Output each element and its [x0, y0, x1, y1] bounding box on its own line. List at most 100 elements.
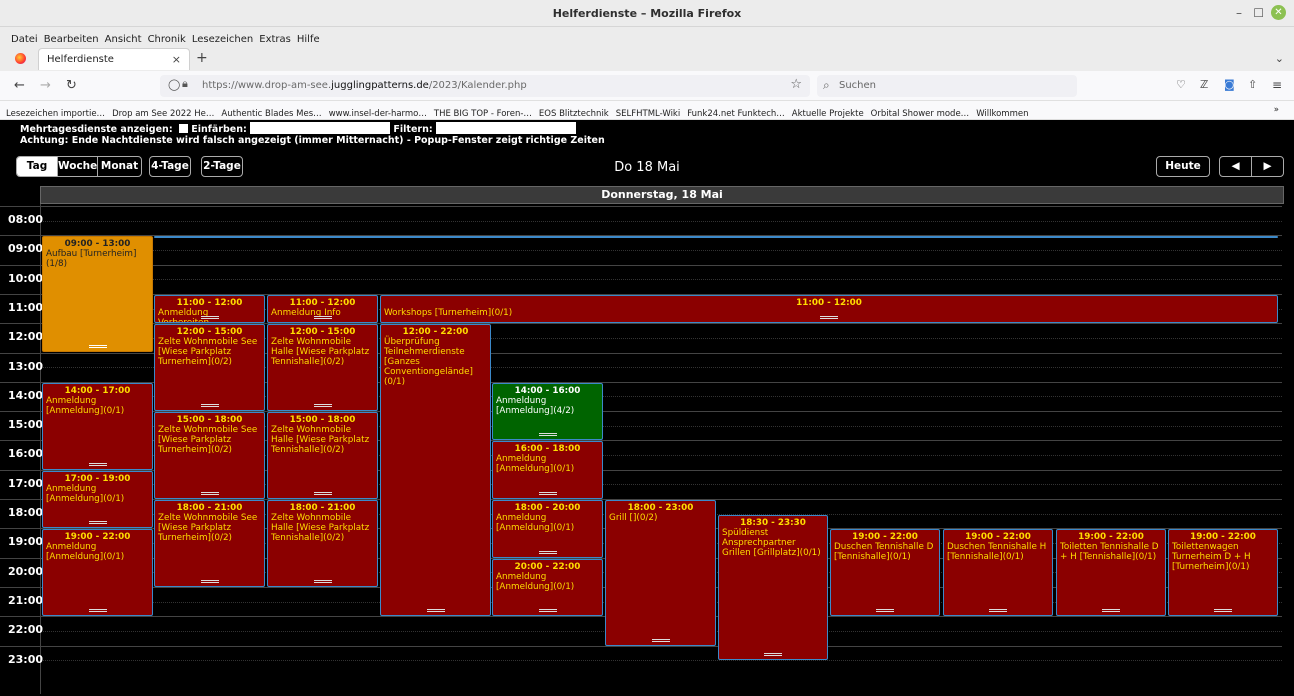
bookmark-star-icon[interactable]: ☆ — [790, 77, 802, 92]
bookmark-item[interactable]: THE BIG TOP - Foren-… — [434, 105, 532, 119]
reload-button[interactable]: ↻ — [66, 78, 77, 93]
resize-handle[interactable] — [1102, 609, 1120, 613]
bookmark-item[interactable]: Lesezeichen importie… — [6, 105, 105, 119]
event-time: 18:00 - 23:00 — [627, 503, 694, 513]
resize-handle[interactable] — [820, 316, 838, 320]
event-block[interactable]: 19:00 - 22:00 Duschen Tennishalle H [Tenn… — [943, 529, 1053, 617]
resize-handle[interactable] — [200, 491, 219, 495]
event-time: 15:00 - 18:00 — [176, 415, 243, 426]
new-tab-button[interactable]: + — [196, 50, 208, 66]
event-block[interactable]: 15:00 - 18:00 Zelte Wohnmobile See [Wiese… — [154, 412, 265, 499]
event-block[interactable]: 18:00 - 20:00 Anmeldung [Anmeldung](0/1) — [492, 500, 603, 558]
event-time: 11:00 - 12:00 — [176, 297, 243, 308]
maximize-button[interactable]: ☐ — [1253, 6, 1264, 20]
minimize-button[interactable]: – — [1236, 6, 1242, 20]
tracking-shield-icon[interactable]: ◯ — [168, 78, 180, 91]
event-time: 19:00 - 22:00 — [1190, 532, 1256, 543]
resize-handle[interactable] — [88, 462, 107, 466]
bookmark-item[interactable]: EOS Blitztechnik — [539, 105, 609, 119]
prev-button[interactable]: ◀ — [1220, 157, 1252, 176]
event-block[interactable]: 15:00 - 18:00 Zelte Wohnmobile Halle [Wie… — [267, 412, 378, 499]
event-block[interactable]: 14:00 - 16:00 Anmeldung [Anmeldung](4/2) — [492, 382, 603, 441]
close-window-button[interactable]: ✕ — [1271, 5, 1286, 20]
bookmark-item[interactable]: www.insel-der-harmo… — [329, 105, 427, 119]
lock-icon[interactable]: 🔒︎ — [182, 77, 188, 91]
resize-handle[interactable] — [764, 653, 782, 657]
event-block[interactable]: 18:30 - 23:30 Spüldienst Ansprechpartner … — [718, 514, 828, 661]
resize-handle[interactable] — [313, 316, 332, 320]
event-description: Toilettenwagen Turnerheim D + H [Turnerh… — [1172, 542, 1251, 573]
resize-handle[interactable] — [651, 638, 670, 642]
hour-label: 16:00 — [8, 447, 44, 461]
event-block[interactable]: 11:00 - 12:00 Workshops [Turnerheim](0/1) — [380, 294, 1278, 324]
event-block[interactable]: 19:00 - 22:00 Toiletten Tennishalle D + H… — [1056, 529, 1166, 617]
event-block[interactable]: 19:00 - 22:00 Anmeldung [Anmeldung](0/1) — [42, 529, 153, 617]
event-block[interactable]: 12:00 - 15:00 Zelte Wohnmobile See [Wiese… — [154, 324, 265, 412]
today-button[interactable]: Heute — [1156, 156, 1210, 177]
event-block[interactable]: 17:00 - 19:00 Anmeldung [Anmeldung](0/1) — [42, 470, 153, 529]
menu-icon[interactable]: ≡ — [1272, 78, 1282, 92]
forward-button[interactable]: → — [40, 78, 51, 93]
bookmark-item[interactable]: SELFHTML-Wiki — [616, 105, 680, 119]
resize-handle[interactable] — [313, 491, 332, 495]
bookmark-item[interactable]: Funk24.net Funktech… — [687, 105, 785, 119]
event-description: Anmeldung [Anmeldung](0/1) — [496, 571, 575, 592]
tab-helferdienste[interactable]: Helferdienste × — [38, 48, 190, 70]
event-block[interactable]: 09:00 - 13:00 Aufbau [Turnerheim](1/8) — [42, 236, 153, 353]
event-block[interactable]: 11:00 - 12:00 Anmeldung Info — [267, 294, 378, 324]
bookmark-item[interactable]: Authentic Blades Mes… — [221, 105, 321, 119]
resize-handle[interactable] — [426, 609, 445, 613]
share-icon[interactable]: ⇧ — [1248, 78, 1257, 91]
resize-handle[interactable] — [538, 609, 557, 613]
event-block[interactable]: 19:00 - 22:00 Toilettenwagen Turnerheim D… — [1168, 529, 1278, 617]
event-block[interactable]: 20:00 - 22:00 Anmeldung [Anmeldung](0/1) — [492, 558, 603, 617]
extension-icon[interactable]: ◙ — [1224, 78, 1235, 91]
event-block[interactable]: 16:00 - 18:00 Anmeldung [Anmeldung](0/1) — [492, 441, 603, 499]
tab-list-icon[interactable]: ⌄ — [1275, 52, 1284, 65]
color-input[interactable] — [250, 122, 391, 134]
resize-handle[interactable] — [313, 404, 332, 408]
resize-handle[interactable] — [88, 521, 107, 525]
bookmark-item[interactable]: Willkommen — [976, 105, 1028, 119]
event-block[interactable]: 12:00 - 22:00 Überprüfung Teilnehmerdiens… — [380, 324, 491, 617]
event-block[interactable]: 11:00 - 12:00 Anmeldung Vorbereiten — [154, 294, 265, 324]
event-block[interactable]: 18:00 - 21:00 Zelte Wohnmobile See [Wiese… — [154, 500, 265, 587]
resize-handle[interactable] — [989, 609, 1007, 613]
resize-handle[interactable] — [538, 550, 557, 554]
event-block[interactable]: 18:00 - 23:00 Grill [](0/2) — [605, 500, 716, 646]
navigation-bar: ← → ↻ ◯ 🔒︎ https://www.drop-am-see.juggl… — [0, 71, 1294, 101]
resize-handle[interactable] — [200, 579, 219, 583]
event-description: Duschen Tennishalle D [Tennishalle](0/1) — [834, 542, 934, 563]
resize-handle[interactable] — [876, 609, 894, 613]
pocket-icon[interactable]: ♡ — [1176, 78, 1186, 91]
filter-input[interactable] — [435, 122, 576, 134]
event-description: Anmeldung [Anmeldung](0/1) — [496, 513, 575, 533]
resize-handle[interactable] — [200, 404, 219, 408]
tab-close-icon[interactable]: × — [172, 53, 181, 66]
event-block[interactable]: 18:00 - 21:00 Zelte Wohnmobile Halle [Wie… — [267, 500, 378, 587]
resize-handle[interactable] — [538, 433, 557, 437]
resize-handle[interactable] — [1214, 609, 1232, 613]
search-bar[interactable]: ⌕ Suchen — [817, 75, 1077, 97]
reader-icon[interactable]: ℤ — [1200, 78, 1208, 91]
resize-handle[interactable] — [88, 609, 107, 613]
bookmark-item[interactable]: Aktuelle Projekte — [792, 105, 864, 119]
next-button[interactable]: ▶ — [1252, 157, 1283, 176]
resize-handle[interactable] — [313, 579, 332, 583]
event-block[interactable]: 12:00 - 15:00 Zelte Wohnmobile Halle [Wie… — [267, 324, 378, 412]
bookmark-item[interactable]: Drop am See 2022 He… — [112, 105, 214, 119]
url-text[interactable]: https://www.drop-am-see.jugglingpatterns… — [202, 80, 527, 91]
bookmark-item[interactable]: Orbital Shower mode… — [871, 105, 970, 119]
url-bar[interactable]: ◯ 🔒︎ https://www.drop-am-see.jugglingpat… — [160, 75, 810, 97]
resize-handle[interactable] — [88, 345, 107, 349]
multiday-label: Mehrtagesdienste anzeigen: — [20, 124, 173, 135]
resize-handle[interactable] — [538, 491, 557, 495]
resize-handle[interactable] — [200, 316, 219, 320]
event-block[interactable]: 19:00 - 22:00 Duschen Tennishalle D [Tenn… — [830, 529, 940, 617]
event-block[interactable]: 09:00 - 09:05Erste Hilfe Vorfeld [Anmeld… — [154, 236, 1278, 239]
multiday-checkbox[interactable] — [178, 124, 188, 133]
back-button[interactable]: ← — [14, 78, 25, 93]
bookmarks-overflow-icon[interactable]: » — [1274, 101, 1279, 119]
event-block[interactable]: 14:00 - 17:00 Anmeldung [Anmeldung](0/1) — [42, 382, 153, 470]
event-time: 11:00 - 12:00 — [796, 297, 862, 308]
